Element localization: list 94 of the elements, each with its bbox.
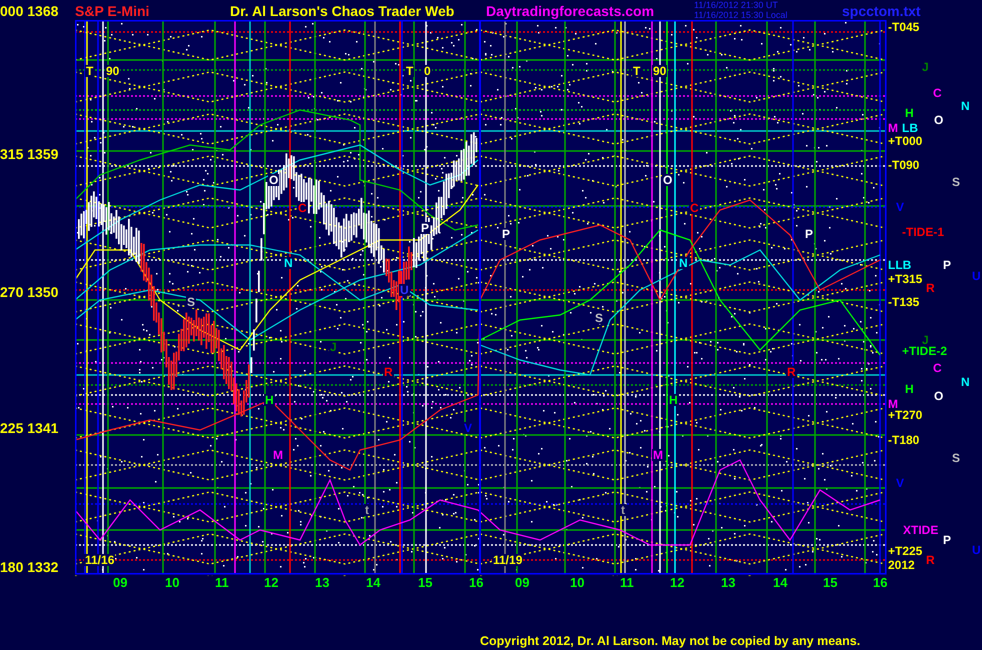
level-label: +T000: [888, 135, 922, 147]
instrument-name: S&P E-Mini: [75, 2, 150, 21]
level-label: LLB: [888, 259, 912, 271]
price-label: 180 1332: [0, 559, 58, 575]
cycle-value: 90: [652, 65, 668, 77]
plot-marker: H: [264, 394, 275, 406]
plot-marker: H: [668, 394, 679, 406]
plot-marker: N: [678, 257, 689, 269]
level-label: LB: [902, 122, 918, 134]
plot-marker: C: [689, 202, 700, 214]
website-link[interactable]: Daytradingforecasts.com: [486, 0, 696, 22]
time-label: 09: [113, 576, 128, 590]
time-label: 15: [823, 576, 838, 590]
level-label: P: [943, 534, 952, 546]
time-label: 16: [873, 576, 888, 590]
timestamp: 11/16/2012 21:30 UT: [694, 0, 779, 10]
plot-marker: C: [297, 202, 308, 214]
level-label: R: [926, 282, 935, 294]
time-label: 10: [165, 576, 180, 590]
level-label: +T270: [888, 409, 922, 421]
time-label: 14: [366, 576, 380, 590]
time-label: 12: [670, 576, 684, 590]
level-label: O: [934, 114, 944, 126]
level-label: S: [952, 452, 960, 464]
level-label: +T225: [888, 545, 922, 557]
time-label: 14: [773, 576, 788, 590]
plot-marker: M: [652, 449, 664, 461]
level-label: XTIDE: [903, 524, 938, 536]
plot-marker: P: [501, 228, 512, 240]
plot-marker: R: [383, 366, 394, 378]
cycle-label: T: [85, 65, 94, 77]
plot-marker: O: [268, 174, 280, 186]
level-label: 2012: [888, 559, 915, 571]
level-label: O: [934, 390, 944, 402]
plot-marker: S: [186, 296, 196, 308]
time-label: 11: [215, 576, 229, 590]
level-label: S: [952, 176, 960, 188]
level-label: -TIDE-1: [902, 226, 944, 238]
plot-marker: N: [283, 257, 294, 269]
level-label: N: [961, 100, 970, 112]
chart-title: Dr. Al Larson's Chaos Trader Web: [230, 2, 456, 21]
level-label: R: [926, 554, 935, 566]
time-label: 09: [515, 576, 530, 590]
level-label: U: [972, 270, 981, 282]
cycle-label: T: [405, 65, 414, 77]
time-label: 13: [721, 576, 736, 590]
level-label: U: [972, 544, 981, 556]
price-label: 270 1350: [0, 284, 58, 300]
plot-marker: V: [463, 422, 474, 434]
plot-marker: J: [329, 341, 338, 353]
price-label: 315 1359: [0, 146, 58, 162]
plot-marker: U: [399, 284, 410, 296]
level-label: M: [888, 122, 898, 134]
level-label: +TIDE-2: [902, 345, 948, 357]
level-label: M: [888, 398, 898, 410]
plot-marker: M: [272, 449, 284, 461]
plot-marker: P: [420, 222, 430, 234]
level-label: C: [933, 362, 942, 374]
level-label: -T045: [888, 21, 920, 33]
time-label: 11: [620, 576, 634, 590]
level-label: -T135: [888, 296, 920, 308]
level-label: +T315: [888, 273, 922, 285]
level-label: -T090: [888, 159, 920, 171]
cycle-value: 0: [423, 65, 432, 77]
level-label: -T180: [888, 434, 920, 446]
level-label: N: [961, 376, 970, 388]
level-label: H: [905, 383, 914, 395]
level-label: H: [905, 107, 914, 119]
copyright-notice: Copyright 2012, Dr. Al Larson. May not be copied by any means.: [480, 633, 860, 649]
date-label: 11/19: [492, 554, 524, 566]
cycle-value: 90: [105, 65, 120, 77]
plot-marker: t: [364, 504, 370, 516]
time-label: 16: [469, 576, 484, 590]
plot-marker: t: [620, 504, 626, 516]
cycle-label: T: [632, 65, 642, 77]
level-label: J: [922, 61, 929, 73]
price-label: 000 1368: [0, 2, 60, 21]
level-label: C: [933, 87, 942, 99]
level-label: V: [896, 477, 904, 489]
plot-marker: O: [662, 174, 674, 186]
price-label: 225 1341: [0, 420, 58, 436]
level-label: V: [896, 201, 904, 213]
date-label: 11/16: [84, 554, 116, 566]
file-name: spcctom.txt: [842, 2, 921, 21]
time-label: 15: [418, 576, 432, 590]
plot-marker: P: [804, 228, 814, 240]
timestamp: 11/16/2012 15:30 Local: [694, 10, 788, 20]
plot-marker: S: [594, 312, 604, 324]
plot-marker: R: [786, 366, 797, 378]
level-label: P: [943, 259, 952, 271]
time-label: 12: [264, 576, 278, 590]
time-label: 13: [315, 576, 330, 590]
time-label: 10: [570, 576, 584, 590]
level-label: J: [922, 334, 929, 346]
